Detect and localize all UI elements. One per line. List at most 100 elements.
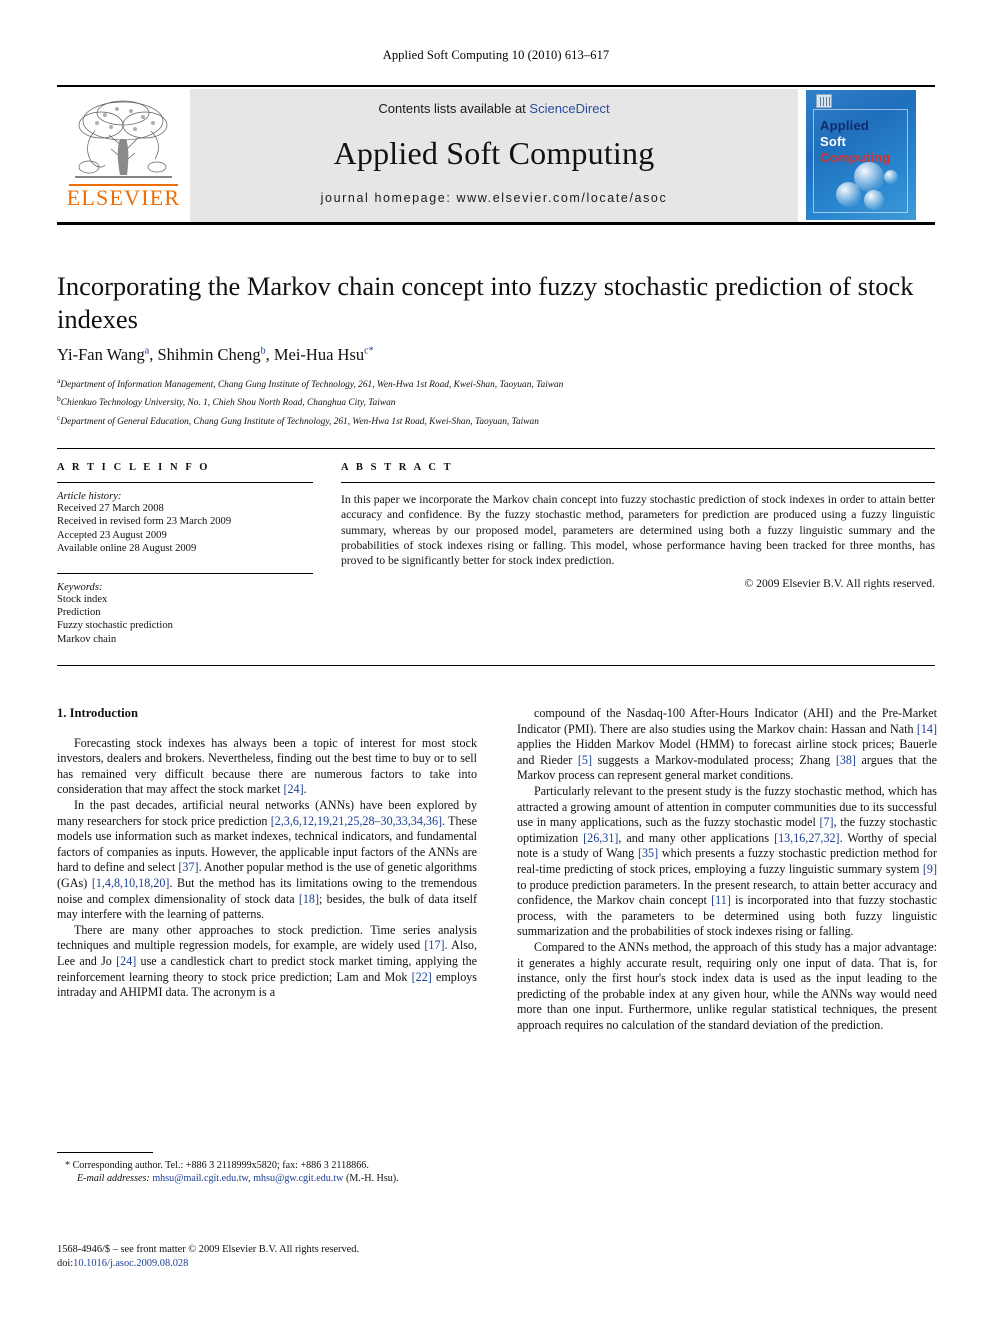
contents-prefix: Contents lists available at <box>378 101 530 116</box>
body-paragraph: compound of the Nasdaq-100 After-Hours I… <box>517 706 938 783</box>
affiliation-item: bChienkuo Technology University, No. 1, … <box>57 392 937 410</box>
doi-line: doi:10.1016/j.asoc.2009.08.028 <box>57 1257 557 1271</box>
author-name: Mei-Hua Hsu <box>273 345 365 364</box>
elsevier-logo: ELSEVIER <box>57 89 190 222</box>
cover-bubble <box>864 190 884 210</box>
doi-label: doi: <box>57 1258 74 1269</box>
infobox-top-rule <box>57 448 935 449</box>
body-paragraph: Particularly relevant to the present stu… <box>517 783 937 939</box>
doi-link[interactable]: 10.1016/j.asoc.2009.08.028 <box>73 1258 188 1269</box>
journal-cover: Applied Soft Computing <box>798 89 935 222</box>
affiliation-text: Department of Information Management, Ch… <box>60 380 564 391</box>
citation-ref[interactable]: [13,16,27,32] <box>774 831 840 845</box>
elsevier-tree-icon <box>75 100 172 178</box>
affiliation-text: Chienkuo Technology University, No. 1, C… <box>60 398 396 409</box>
article-info-heading: A R T I C L E I N F O <box>57 462 211 473</box>
citation-ref[interactable]: [7] <box>819 815 833 829</box>
citation-ref[interactable]: [9] <box>923 862 937 876</box>
article-history-label: Article history: <box>57 491 122 502</box>
affiliation-item: aDepartment of Information Management, C… <box>57 374 937 392</box>
affiliation-text: Department of General Education, Chang G… <box>60 416 539 427</box>
keywords-label: Keywords: <box>57 581 103 593</box>
running-head: Applied Soft Computing 10 (2010) 613–617 <box>382 48 610 62</box>
citation-ref[interactable]: [17] <box>424 938 444 952</box>
email-link-1[interactable]: mhsu@mail.cgit.edu.tw <box>152 1173 248 1184</box>
abstract-column: A B S T R A C T In this paper we incorpo… <box>341 462 935 590</box>
citation-ref[interactable]: [24] <box>116 954 136 968</box>
cover-publisher-icon <box>816 94 832 108</box>
infobox-bottom-rule <box>57 665 935 666</box>
masthead-top-rule <box>57 85 935 87</box>
keyword-item: Prediction <box>57 607 101 619</box>
footnote-block: * Corresponding author. Tel.: +886 3 211… <box>57 1159 477 1185</box>
citation-ref[interactable]: [11] <box>711 893 731 907</box>
sciencedirect-link[interactable]: ScienceDirect <box>529 101 609 116</box>
cover-bubble <box>836 182 861 207</box>
article-info-rule <box>57 482 313 483</box>
abstract-copyright: © 2009 Elsevier B.V. All rights reserved… <box>744 577 935 591</box>
keyword-item: Fuzzy stochastic prediction <box>57 620 173 632</box>
journal-band: Contents lists available at ScienceDirec… <box>190 89 798 222</box>
citation-ref[interactable]: [18] <box>299 892 319 906</box>
imprint-block: 1568-4946/$ – see front matter © 2009 El… <box>57 1243 557 1271</box>
citation-ref[interactable]: [1,4,8,10,18,20] <box>92 876 170 890</box>
cover-title-line-1: Applied <box>820 118 870 133</box>
author-name: Yi-Fan Wang <box>57 345 145 364</box>
body-paragraph: Compared to the ANNs method, the approac… <box>517 939 937 1032</box>
footnote-separator-rule <box>57 1152 153 1154</box>
corresponding-author-note: * Corresponding author. Tel.: +886 3 211… <box>65 1160 369 1171</box>
keywords-block: Keywords: Stock index Prediction Fuzzy s… <box>57 572 313 647</box>
journal-masthead: ELSEVIER Contents lists available at Sci… <box>57 85 935 225</box>
keyword-item: Markov chain <box>57 633 117 645</box>
citation-ref[interactable]: [2,3,6,12,19,21,25,28–30,33,34,36] <box>271 814 442 828</box>
article-info-abstract-box: A R T I C L E I N F O Article history: R… <box>57 448 935 666</box>
contents-available-line: Contents lists available at ScienceDirec… <box>190 101 798 116</box>
keywords-rule <box>57 572 313 574</box>
body-paragraph: Forecasting stock indexes has always bee… <box>57 735 477 797</box>
citation-ref[interactable]: [14] <box>917 722 937 736</box>
citation-ref[interactable]: [5] <box>578 753 592 767</box>
citation-ref[interactable]: [35] <box>638 846 658 860</box>
email-link-2[interactable]: mhsu@gw.cgit.edu.tw <box>253 1173 343 1184</box>
citation-ref[interactable]: [37] <box>178 860 198 874</box>
issn-copyright-line: 1568-4946/$ – see front matter © 2009 El… <box>57 1244 360 1255</box>
body-right-column: compound of the Nasdaq-100 After-Hours I… <box>517 706 937 1033</box>
body-paragraph: In the past decades, artificial neural n… <box>57 797 477 922</box>
elsevier-wordmark: ELSEVIER <box>66 185 181 210</box>
affiliation-item: cDepartment of General Education, Chang … <box>57 411 937 429</box>
cover-bubble <box>884 170 898 184</box>
abstract-text: In this paper we incorporate the Markov … <box>341 493 935 568</box>
citation-ref[interactable]: [22] <box>412 970 432 984</box>
author-affil-mark: a <box>144 345 150 357</box>
journal-homepage[interactable]: journal homepage: www.elsevier.com/locat… <box>190 191 798 205</box>
author-name: Shihmin Cheng <box>157 345 261 364</box>
citation-ref[interactable]: [38] <box>836 753 856 767</box>
author-affil-mark: b <box>260 345 266 357</box>
article-history-item: Available online 28 August 2009 <box>57 543 197 555</box>
body-paragraph: There are many other approaches to stock… <box>57 922 478 1000</box>
article-history-item: Accepted 23 August 2009 <box>57 529 167 541</box>
masthead-body: ELSEVIER Contents lists available at Sci… <box>57 89 935 222</box>
article-history-item: Received 27 March 2008 <box>57 503 164 514</box>
cover-title-line-2: Soft <box>820 134 847 149</box>
affiliation-list: aDepartment of Information Management, C… <box>57 374 937 429</box>
paper-title: Incorporating the Markov chain concept i… <box>57 271 914 334</box>
section-heading-introduction: 1. Introduction <box>57 706 138 720</box>
journal-cover-thumbnail: Applied Soft Computing <box>806 90 916 220</box>
paper-page: Applied Soft Computing 10 (2010) 613–617 <box>0 0 992 1323</box>
article-info-column: A R T I C L E I N F O Article history: R… <box>57 462 313 646</box>
body-left-column: 1. Introduction Forecasting stock indexe… <box>57 706 477 1001</box>
abstract-rule <box>341 482 935 483</box>
citation-ref[interactable]: [26,31] <box>583 831 618 845</box>
keyword-item: Stock index <box>57 593 108 605</box>
abstract-heading: A B S T R A C T <box>341 462 454 473</box>
journal-title: Applied Soft Computing <box>333 135 655 171</box>
masthead-bottom-rule <box>57 222 935 225</box>
author-affil-mark: c* <box>364 345 374 357</box>
citation-ref[interactable]: [24] <box>283 782 303 796</box>
email-addresses-note: E-mail addresses: mhsu@mail.cgit.edu.tw,… <box>77 1173 399 1185</box>
email-label: E-mail addresses: <box>77 1173 150 1185</box>
cover-title-line-3: Computing <box>820 150 891 165</box>
email-suffix: (M.-H. Hsu). <box>345 1173 399 1185</box>
author-list: Yi-Fan Wanga, Shihmin Chengb, Mei-Hua Hs… <box>57 345 374 364</box>
